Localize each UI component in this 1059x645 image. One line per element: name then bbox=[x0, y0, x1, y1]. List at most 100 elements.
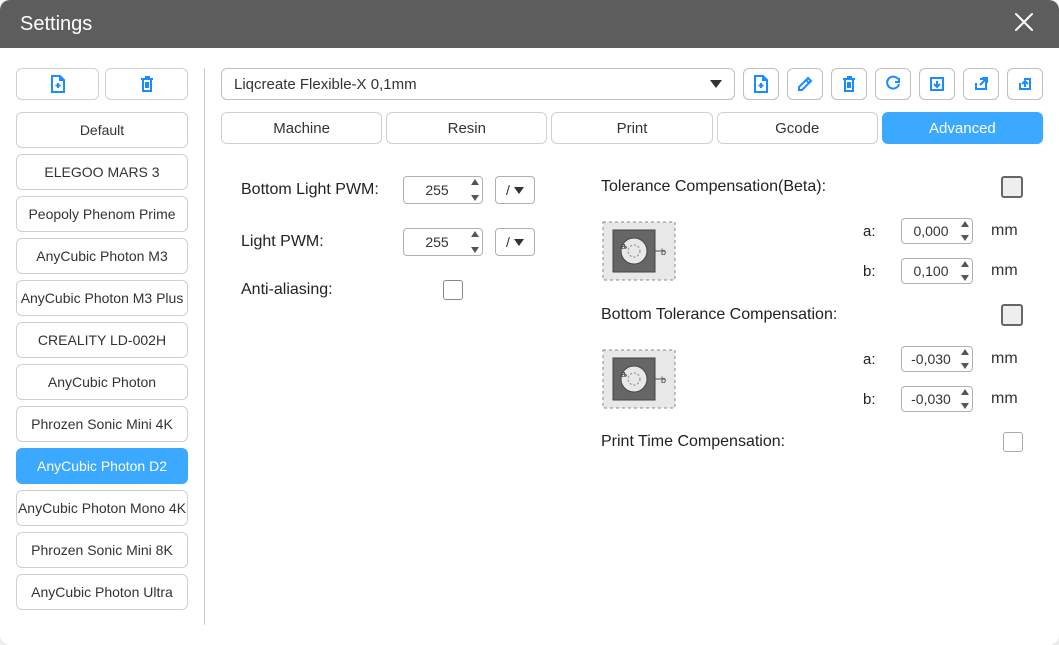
tabs: Machine Resin Print Gcode Advanced bbox=[221, 112, 1043, 144]
tab-advanced[interactable]: Advanced bbox=[882, 112, 1043, 144]
stepper-up-icon[interactable] bbox=[961, 261, 969, 267]
input-value: -0,030 bbox=[911, 351, 951, 367]
anti-aliasing-checkbox[interactable] bbox=[443, 280, 463, 300]
stepper-down-icon[interactable] bbox=[471, 195, 479, 201]
tolerance-label: Tolerance Compensation(Beta): bbox=[601, 178, 826, 196]
delete-button[interactable] bbox=[831, 68, 867, 100]
anti-aliasing-label: Anti-aliasing: bbox=[241, 281, 391, 299]
add-profile-button[interactable] bbox=[16, 68, 99, 100]
tab-label: Machine bbox=[273, 120, 330, 137]
export-button[interactable] bbox=[963, 68, 999, 100]
upload-icon bbox=[1016, 75, 1034, 93]
light-pwm-input[interactable]: 255 bbox=[403, 228, 483, 256]
tab-print[interactable]: Print bbox=[551, 112, 712, 144]
stepper-down-icon[interactable] bbox=[961, 235, 969, 241]
sidebar-item-label: AnyCubic Photon M3 Plus bbox=[21, 290, 184, 306]
sidebar-item-label: Default bbox=[80, 122, 124, 138]
sidebar-item-label: CREALITY LD-002H bbox=[38, 332, 166, 348]
svg-text:b: b bbox=[661, 375, 666, 385]
tolerance-diagram-icon: a b bbox=[601, 220, 677, 282]
tolerance-b-label: b: bbox=[863, 263, 883, 280]
tab-resin[interactable]: Resin bbox=[386, 112, 547, 144]
sidebar-item-phrozen-sonic-mini-8k[interactable]: Phrozen Sonic Mini 8K bbox=[16, 532, 188, 568]
stepper-up-icon[interactable] bbox=[471, 179, 479, 185]
titlebar: Settings bbox=[0, 0, 1059, 48]
sidebar-item-label: AnyCubic Photon D2 bbox=[37, 458, 167, 474]
main-panel: Liqcreate Flexible-X 0,1mm bbox=[221, 68, 1043, 625]
stepper-down-icon[interactable] bbox=[961, 275, 969, 281]
unit-label: mm bbox=[991, 222, 1023, 240]
tolerance-a-label: a: bbox=[863, 223, 883, 240]
chevron-down-icon bbox=[514, 187, 524, 194]
sidebar-item-label: Phrozen Sonic Mini 4K bbox=[31, 416, 173, 432]
input-value: 255 bbox=[425, 182, 448, 198]
upload-button[interactable] bbox=[1007, 68, 1043, 100]
tab-label: Gcode bbox=[775, 120, 819, 137]
bottom-tolerance-b-input[interactable]: -0,030 bbox=[901, 386, 973, 412]
edit-button[interactable] bbox=[787, 68, 823, 100]
download-icon bbox=[928, 75, 946, 93]
bottom-tolerance-b-label: b: bbox=[863, 391, 883, 408]
sidebar-item-peopoly-phenom-prime[interactable]: Peopoly Phenom Prime bbox=[16, 196, 188, 232]
sidebar-item-default[interactable]: Default bbox=[16, 112, 188, 148]
light-pwm-extra-select[interactable]: / bbox=[495, 228, 535, 256]
input-value: 0,100 bbox=[913, 263, 948, 279]
sidebar-item-elegoo-mars-3[interactable]: ELEGOO MARS 3 bbox=[16, 154, 188, 190]
bottom-light-pwm-input[interactable]: 255 bbox=[403, 176, 483, 204]
stepper-up-icon[interactable] bbox=[961, 221, 969, 227]
chevron-down-icon bbox=[514, 239, 524, 246]
tolerance-checkbox[interactable] bbox=[1001, 176, 1023, 198]
input-value: 255 bbox=[425, 234, 448, 250]
stepper-down-icon[interactable] bbox=[471, 247, 479, 253]
bottom-light-pwm-extra-select[interactable]: / bbox=[495, 176, 535, 204]
sidebar-item-anycubic-photon-d2[interactable]: AnyCubic Photon D2 bbox=[16, 448, 188, 484]
sidebar-item-phrozen-sonic-mini-4k[interactable]: Phrozen Sonic Mini 4K bbox=[16, 406, 188, 442]
print-time-label: Print Time Compensation: bbox=[601, 433, 785, 451]
stepper-down-icon[interactable] bbox=[961, 363, 969, 369]
sidebar-item-anycubic-photon-ultra[interactable]: AnyCubic Photon Ultra bbox=[16, 574, 188, 610]
bottom-light-pwm-label: Bottom Light PWM: bbox=[241, 181, 391, 199]
sidebar-item-anycubic-photon-m3-plus[interactable]: AnyCubic Photon M3 Plus bbox=[16, 280, 188, 316]
delete-profile-button[interactable] bbox=[105, 68, 188, 100]
tab-gcode[interactable]: Gcode bbox=[717, 112, 878, 144]
svg-text:b: b bbox=[661, 247, 666, 257]
stepper-up-icon[interactable] bbox=[961, 389, 969, 395]
input-value: 0,000 bbox=[913, 223, 948, 239]
bottom-tolerance-a-input[interactable]: -0,030 bbox=[901, 346, 973, 372]
light-pwm-label: Light PWM: bbox=[241, 233, 391, 251]
tab-label: Advanced bbox=[929, 120, 996, 137]
sidebar: Default ELEGOO MARS 3 Peopoly Phenom Pri… bbox=[16, 68, 188, 625]
sidebar-item-label: AnyCubic Photon M3 bbox=[36, 248, 168, 264]
trash-icon bbox=[840, 74, 858, 94]
unit-label: mm bbox=[991, 262, 1023, 280]
sidebar-item-label: AnyCubic Photon Mono 4K bbox=[18, 500, 186, 516]
refresh-icon bbox=[884, 75, 902, 93]
sidebar-item-label: Phrozen Sonic Mini 8K bbox=[31, 542, 173, 558]
select-value: / bbox=[506, 182, 510, 198]
profile-selected-label: Liqcreate Flexible-X 0,1mm bbox=[234, 76, 417, 93]
stepper-down-icon[interactable] bbox=[961, 403, 969, 409]
tab-label: Print bbox=[617, 120, 648, 137]
stepper-up-icon[interactable] bbox=[961, 349, 969, 355]
profile-select[interactable]: Liqcreate Flexible-X 0,1mm bbox=[221, 68, 735, 100]
tab-label: Resin bbox=[448, 120, 486, 137]
input-value: -0,030 bbox=[911, 391, 951, 407]
bottom-tolerance-diagram-icon: a b bbox=[601, 348, 677, 410]
bottom-tolerance-checkbox[interactable] bbox=[1001, 304, 1023, 326]
download-button[interactable] bbox=[919, 68, 955, 100]
file-plus-icon bbox=[752, 74, 770, 94]
tolerance-a-input[interactable]: 0,000 bbox=[901, 218, 973, 244]
sidebar-item-anycubic-photon-mono-4k[interactable]: AnyCubic Photon Mono 4K bbox=[16, 490, 188, 526]
tab-machine[interactable]: Machine bbox=[221, 112, 382, 144]
sidebar-item-anycubic-photon-m3[interactable]: AnyCubic Photon M3 bbox=[16, 238, 188, 274]
sidebar-item-creality-ld002h[interactable]: CREALITY LD-002H bbox=[16, 322, 188, 358]
import-file-button[interactable] bbox=[743, 68, 779, 100]
sidebar-item-label: AnyCubic Photon bbox=[48, 374, 156, 390]
tolerance-b-input[interactable]: 0,100 bbox=[901, 258, 973, 284]
vertical-divider bbox=[204, 68, 205, 625]
close-button[interactable] bbox=[1009, 7, 1039, 42]
stepper-up-icon[interactable] bbox=[471, 231, 479, 237]
print-time-checkbox[interactable] bbox=[1003, 432, 1023, 452]
refresh-button[interactable] bbox=[875, 68, 911, 100]
sidebar-item-anycubic-photon[interactable]: AnyCubic Photon bbox=[16, 364, 188, 400]
